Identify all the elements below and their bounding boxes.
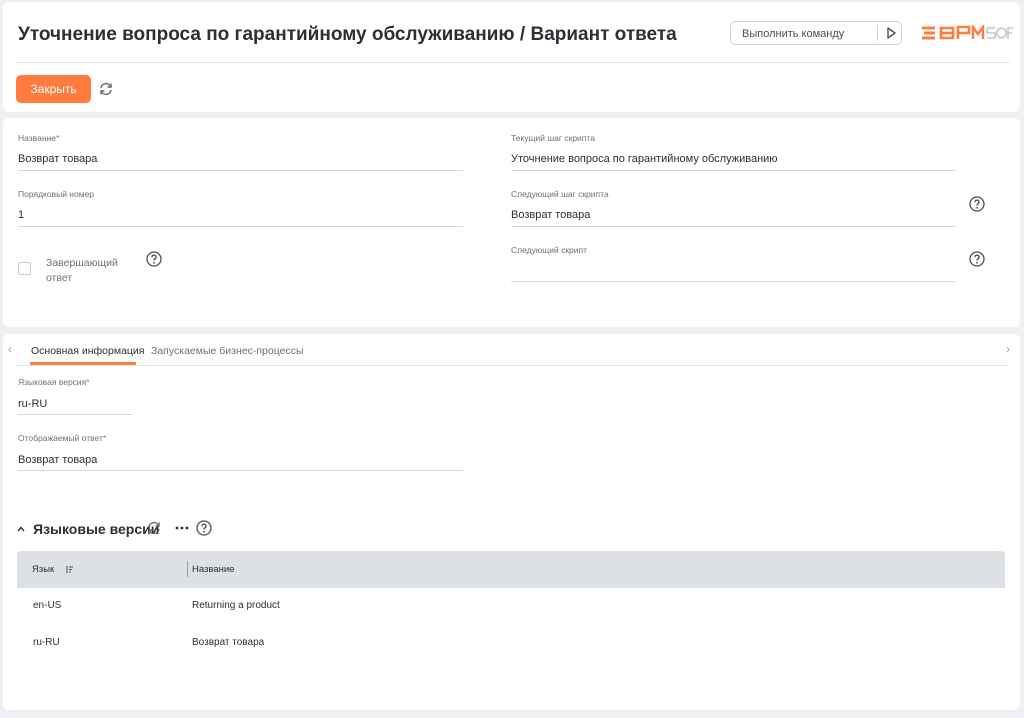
current-step-underline — [511, 170, 956, 171]
command-input-placeholder: Выполнить команду — [742, 28, 845, 40]
displayed-answer-underline — [18, 470, 463, 471]
active-tab-indicator — [30, 362, 136, 365]
detail-panel: ‹ Основная информация Запускаемые бизнес… — [3, 334, 1020, 710]
required-mark: * — [55, 133, 60, 143]
help-icon[interactable] — [969, 251, 985, 267]
current-step-label: Текущий шаг скрипта — [511, 133, 595, 143]
table-cell-name: Returning a product — [192, 600, 280, 611]
language-label: Языковая версия* — [18, 377, 90, 387]
command-divider — [877, 25, 878, 41]
final-answer-checkbox[interactable] — [18, 262, 31, 275]
creatio-logo — [922, 25, 1013, 40]
displayed-answer-label: Отображаемый ответ* — [18, 433, 106, 443]
table-row[interactable]: ru-RU Возврат товара — [17, 625, 1005, 662]
help-icon[interactable] — [146, 251, 162, 267]
command-input[interactable]: Выполнить команду — [730, 21, 902, 45]
name-label: Название* — [18, 133, 59, 143]
header-divider — [16, 62, 1010, 63]
table-row[interactable]: en-US Returning a product — [17, 588, 1005, 625]
order-label: Порядковый номер — [18, 189, 95, 199]
page-title: Уточнение вопроса по гарантийному обслуж… — [18, 24, 677, 45]
sort-icon[interactable] — [66, 565, 74, 574]
chevron-up-icon[interactable] — [16, 524, 26, 534]
language-label-text: Языковая версия — [18, 377, 87, 387]
tab-business-processes[interactable]: Запускаемые бизнес-процессы — [151, 345, 304, 357]
order-field[interactable]: 1 — [18, 209, 24, 221]
next-step-label: Следующий шаг скрипта — [511, 189, 609, 199]
chevron-right-icon[interactable]: › — [1006, 342, 1010, 356]
name-field-underline — [18, 170, 463, 171]
help-icon[interactable] — [196, 520, 212, 536]
table-cell-language: ru-RU — [33, 637, 60, 648]
next-step-underline — [511, 226, 956, 227]
refresh-icon[interactable] — [98, 81, 114, 97]
displayed-answer-field[interactable]: Возврат товара — [18, 454, 97, 466]
required-mark: * — [86, 377, 90, 387]
name-label-text: Название — [18, 133, 56, 143]
page-header: Уточнение вопроса по гарантийному обслуж… — [3, 2, 1020, 112]
help-icon[interactable] — [969, 196, 985, 212]
section-title: Языковые версии — [33, 521, 160, 537]
current-step-field[interactable]: Уточнение вопроса по гарантийному обслуж… — [511, 153, 778, 165]
language-field-underline — [18, 414, 133, 415]
name-field[interactable]: Возврат товара — [18, 153, 97, 165]
close-button[interactable]: Закрыть — [16, 75, 91, 103]
more-icon[interactable] — [174, 523, 190, 533]
play-icon[interactable] — [881, 23, 901, 43]
next-step-field[interactable]: Возврат товара — [511, 209, 590, 221]
chevron-left-icon[interactable]: ‹ — [8, 342, 12, 356]
refresh-icon[interactable] — [146, 520, 162, 536]
next-script-label: Следующий скрипт — [511, 245, 588, 255]
language-field[interactable]: ru-RU — [18, 398, 47, 410]
next-script-underline — [511, 281, 956, 282]
column-divider[interactable] — [187, 561, 188, 577]
final-answer-label: Завершающий ответ — [46, 257, 118, 284]
grid-header: Язык Название — [17, 551, 1005, 588]
order-field-underline — [18, 226, 463, 227]
record-form: Название* Возврат товара Порядковый номе… — [3, 118, 1020, 327]
tabs-divider — [16, 365, 1008, 366]
table-cell-language: en-US — [33, 600, 62, 611]
required-mark: * — [102, 433, 107, 443]
table-cell-name: Возврат товара — [192, 637, 265, 648]
column-header-name[interactable]: Название — [192, 564, 234, 575]
displayed-answer-label-text: Отображаемый ответ — [18, 433, 103, 443]
tab-main-info[interactable]: Основная информация — [31, 345, 144, 357]
column-header-language[interactable]: Язык — [32, 564, 54, 575]
